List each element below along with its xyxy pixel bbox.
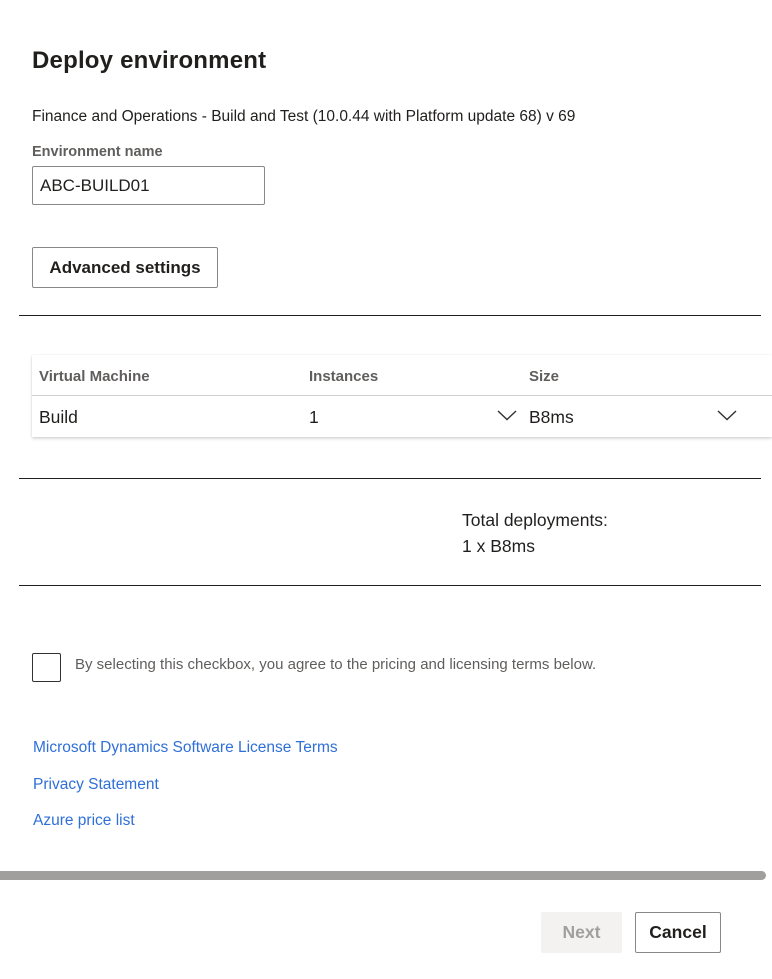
divider: [19, 478, 761, 479]
agree-checkbox-label: By selecting this checkbox, you agree to…: [75, 656, 597, 673]
total-deployments-value: 1 x B8ms: [462, 536, 535, 556]
instances-dropdown[interactable]: 1: [309, 407, 319, 428]
next-button[interactable]: Next: [541, 912, 622, 953]
column-header-instances: Instances: [309, 368, 379, 385]
privacy-statement-link[interactable]: Privacy Statement: [33, 776, 159, 794]
vm-table-header: Virtual Machine Instances Size: [32, 355, 772, 396]
agree-checkbox[interactable]: [32, 653, 61, 682]
environment-name-label: Environment name: [32, 144, 163, 160]
total-deployments-label: Total deployments:: [462, 510, 608, 530]
cancel-button[interactable]: Cancel: [635, 912, 721, 953]
environment-name-input[interactable]: [32, 166, 265, 205]
vm-name-cell: Build: [39, 407, 78, 427]
column-header-virtual-machine: Virtual Machine: [39, 368, 150, 385]
divider: [19, 315, 761, 316]
vm-table: Virtual Machine Instances Size Build 1 B…: [32, 355, 772, 437]
dialog-title: Deploy environment: [32, 47, 267, 74]
license-terms-link[interactable]: Microsoft Dynamics Software License Term…: [33, 739, 338, 757]
horizontal-scrollbar[interactable]: [0, 871, 766, 880]
chevron-down-icon[interactable]: [497, 407, 517, 423]
divider: [19, 585, 761, 586]
chevron-down-icon[interactable]: [717, 407, 737, 423]
dialog-subtitle: Finance and Operations - Build and Test …: [32, 108, 576, 125]
advanced-settings-button[interactable]: Advanced settings: [32, 247, 218, 288]
size-dropdown[interactable]: B8ms: [529, 407, 574, 428]
azure-price-list-link[interactable]: Azure price list: [33, 812, 135, 830]
column-header-size: Size: [529, 368, 560, 385]
